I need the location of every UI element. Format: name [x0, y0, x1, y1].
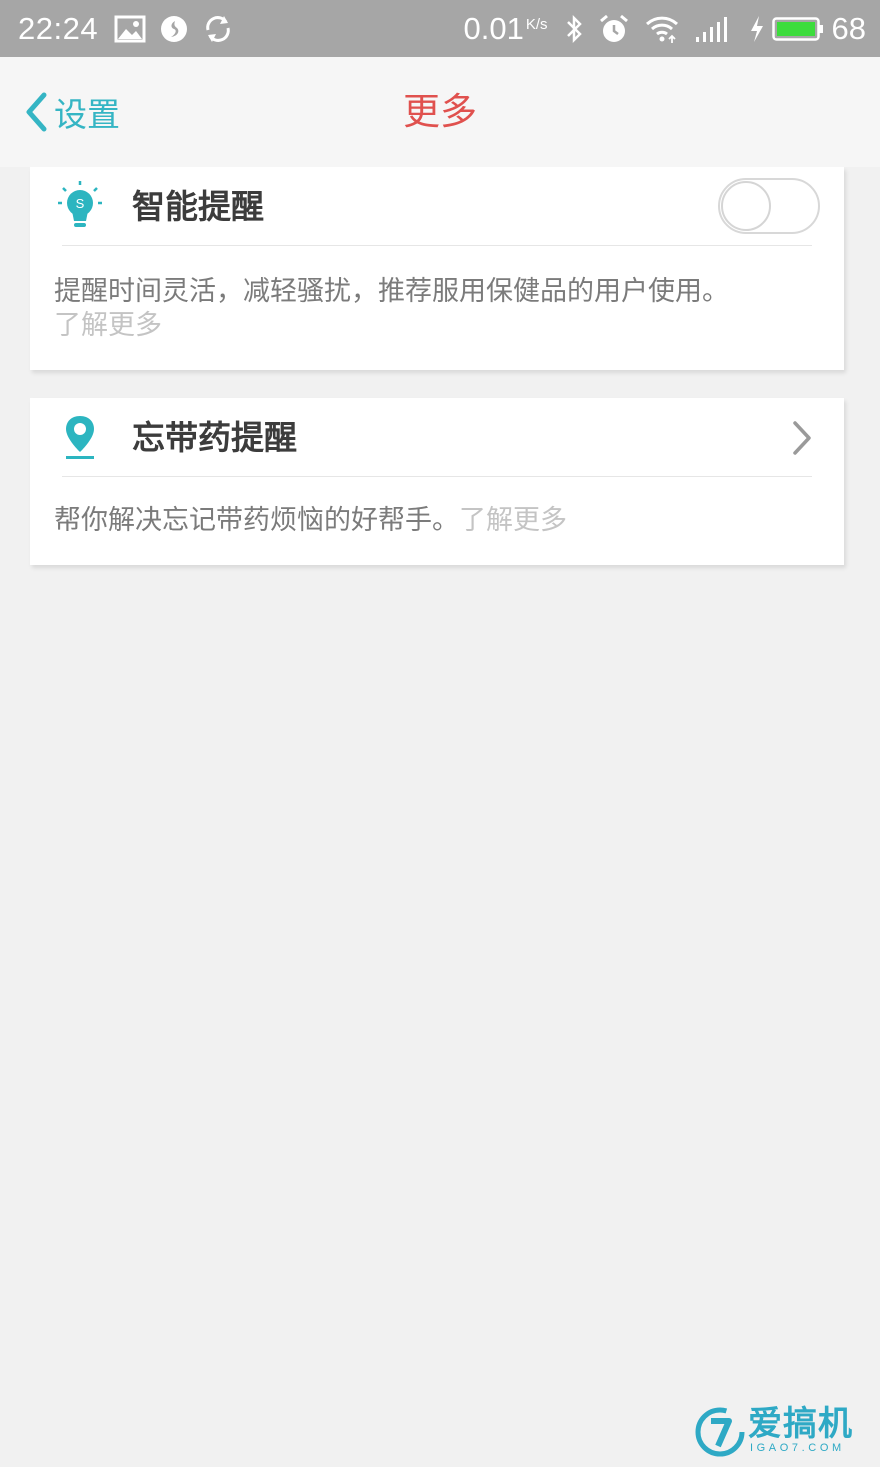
lightbulb-icon: S [58, 181, 102, 233]
alarm-icon [598, 13, 630, 45]
location-pin-icon [58, 412, 102, 464]
forgot-medicine-card[interactable]: 忘带药提醒 帮你解决忘记带药烦恼的好帮手。了解更多 [30, 398, 844, 565]
status-bar: 22:24 0.01 K/s 68 [0, 0, 880, 57]
card-description: 提醒时间灵活，减轻骚扰，推荐服用保健品的用户使用。 了解更多 [54, 275, 820, 343]
learn-more-link[interactable]: 了解更多 [54, 310, 162, 341]
chevron-right-icon [790, 420, 814, 456]
charging-icon [748, 14, 766, 44]
description-text: 提醒时间灵活，减轻骚扰，推荐服用保健品的用户使用。 [54, 276, 729, 307]
image-icon [114, 15, 146, 43]
watermark: 爱搞机 IGAO7.COM [694, 1404, 866, 1460]
card-header: S 智能提醒 [30, 167, 844, 247]
net-speed: 0.01 [463, 10, 524, 46]
notification-app-icon [160, 15, 188, 43]
card-title: 忘带药提醒 [132, 418, 297, 457]
card-title: 智能提醒 [132, 187, 264, 226]
watermark-text: 爱搞机 [748, 1404, 853, 1444]
battery-icon [771, 15, 824, 43]
divider [62, 245, 812, 246]
learn-more-link[interactable]: 了解更多 [459, 505, 567, 536]
toggle-knob [721, 181, 771, 231]
card-header: 忘带药提醒 [30, 398, 844, 478]
nav-bar: 设置 更多 [0, 57, 880, 167]
wifi-icon [644, 14, 680, 44]
divider [62, 476, 812, 477]
net-speed-unit: K/s [525, 16, 548, 33]
battery-level: 68 [831, 10, 866, 46]
smart-reminder-toggle[interactable] [718, 178, 820, 234]
watermark-logo-icon [694, 1406, 746, 1462]
smart-reminder-card: S 智能提醒 提醒时间灵活，减轻骚扰，推荐服用保健品的用户使用。 了解更多 [30, 167, 844, 370]
description-text: 帮你解决忘记带药烦恼的好帮手。 [54, 505, 459, 536]
watermark-subtext: IGAO7.COM [750, 1442, 845, 1454]
sync-icon [202, 13, 234, 45]
svg-text:S: S [76, 196, 85, 211]
page-title: 更多 [403, 90, 477, 133]
card-description: 帮你解决忘记带药烦恼的好帮手。了解更多 [54, 504, 820, 538]
status-time: 22:24 [18, 10, 99, 46]
signal-icon [694, 15, 734, 43]
bluetooth-icon [564, 14, 584, 44]
